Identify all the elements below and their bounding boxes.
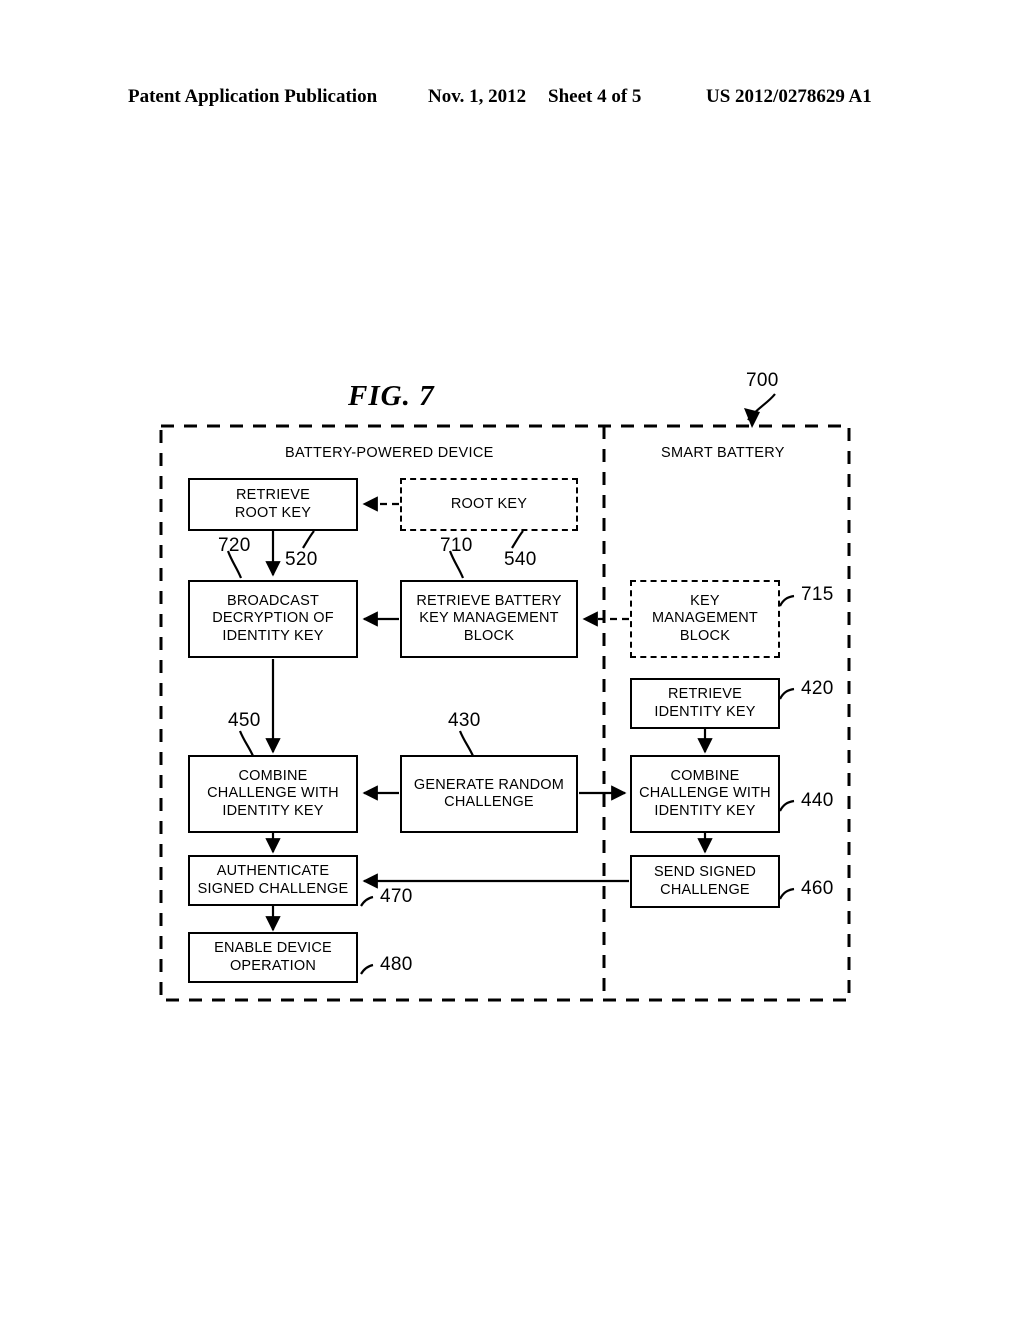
ref-710: 710 (440, 535, 473, 556)
lane-label-battery-powered-device: BATTERY-POWERED DEVICE (285, 445, 494, 461)
box-enable-device-operation-label: ENABLE DEVICE OPERATION (214, 940, 332, 974)
lane-label-smart-battery: SMART BATTERY (661, 445, 785, 461)
box-retrieve-battery-kmb-label: RETRIEVE BATTERY KEY MANAGEMENT BLOCK (416, 592, 562, 644)
box-broadcast-decryption-of-identity-key[interactable]: BROADCAST DECRYPTION OF IDENTITY KEY (188, 580, 358, 658)
ref-520: 520 (285, 549, 318, 570)
box-retrieve-root-key[interactable]: RETRIEVE ROOT KEY (188, 478, 358, 531)
ref-700: 700 (746, 370, 779, 391)
box-retrieve-identity-key[interactable]: RETRIEVE IDENTITY KEY (630, 678, 780, 729)
box-retrieve-root-key-label: RETRIEVE ROOT KEY (234, 487, 312, 521)
box-generate-random-challenge-label: GENERATE RANDOM CHALLENGE (413, 776, 565, 811)
ref-450: 450 (228, 710, 261, 731)
box-generate-random-challenge[interactable]: GENERATE RANDOM CHALLENGE (400, 755, 578, 833)
box-combine-challenge-with-identity-key-battery[interactable]: COMBINE CHALLENGE WITH IDENTITY KEY (630, 755, 780, 833)
ref-440: 440 (801, 790, 834, 811)
box-broadcast-decryption-label: BROADCAST DECRYPTION OF IDENTITY KEY (212, 592, 334, 644)
box-authenticate-signed-challenge-label: AUTHENTICATE SIGNED CHALLENGE (197, 863, 349, 897)
box-combine-battery-label: COMBINE CHALLENGE WITH IDENTITY KEY (639, 767, 771, 819)
box-key-management-block[interactable]: KEY MANAGEMENT BLOCK (630, 580, 780, 658)
box-key-management-block-label: KEY MANAGEMENT BLOCK (652, 592, 758, 644)
ref-715: 715 (801, 584, 834, 605)
box-authenticate-signed-challenge[interactable]: AUTHENTICATE SIGNED CHALLENGE (188, 855, 358, 906)
ref-460: 460 (801, 878, 834, 899)
system-ref-leader (744, 393, 776, 428)
box-combine-device-label: COMBINE CHALLENGE WITH IDENTITY KEY (207, 767, 339, 819)
ref-720: 720 (218, 535, 251, 556)
box-enable-device-operation[interactable]: ENABLE DEVICE OPERATION (188, 932, 358, 983)
ref-430: 430 (448, 710, 481, 731)
box-combine-challenge-with-identity-key-device[interactable]: COMBINE CHALLENGE WITH IDENTITY KEY (188, 755, 358, 833)
figure-7-flow-diagram: BATTERY-POWERED DEVICE SMART BATTERY RET… (0, 0, 1024, 1320)
ref-480: 480 (380, 954, 413, 975)
box-retrieve-battery-key-management-block[interactable]: RETRIEVE BATTERY KEY MANAGEMENT BLOCK (400, 580, 578, 658)
ref-420: 420 (801, 678, 834, 699)
box-send-signed-challenge[interactable]: SEND SIGNED CHALLENGE (630, 855, 780, 908)
box-root-key-label: ROOT KEY (450, 495, 528, 512)
box-retrieve-identity-key-label: RETRIEVE IDENTITY KEY (654, 686, 756, 720)
box-root-key[interactable]: ROOT KEY (400, 478, 578, 531)
diagram-connectors-layer (159, 393, 851, 1002)
ref-540: 540 (504, 549, 537, 570)
ref-470: 470 (380, 886, 413, 907)
box-send-signed-challenge-label: SEND SIGNED CHALLENGE (653, 864, 757, 898)
